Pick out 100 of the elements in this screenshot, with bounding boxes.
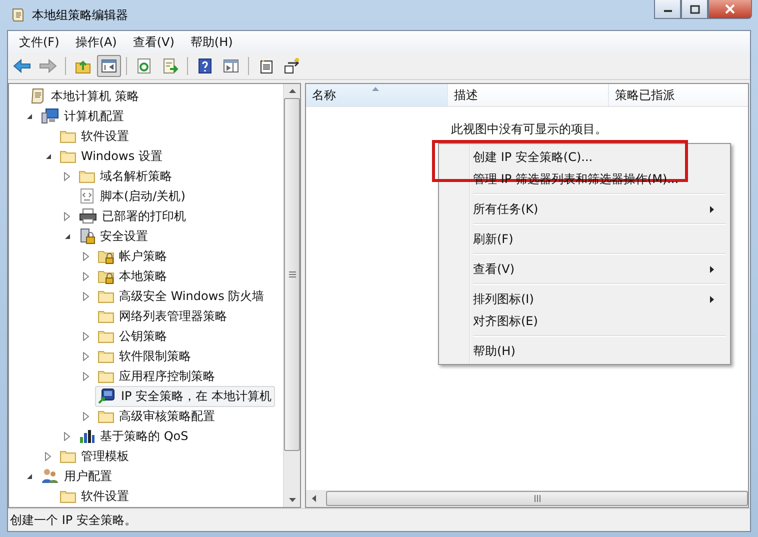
tree-item[interactable]: 网络列表管理器策略 bbox=[95, 306, 231, 326]
locked-folder-icon bbox=[98, 248, 114, 264]
tree-item[interactable]: 脚本(启动/关机) bbox=[76, 186, 190, 206]
folder-icon bbox=[98, 369, 114, 383]
locked-folder-icon bbox=[98, 268, 114, 284]
expanded-arrow-icon[interactable] bbox=[64, 232, 70, 240]
computer-shield-icon bbox=[98, 388, 116, 404]
forward-arrow-icon bbox=[39, 58, 57, 74]
tree-item[interactable]: 安全设置 bbox=[76, 226, 152, 246]
folder-icon bbox=[60, 449, 76, 463]
tree-item[interactable]: 域名解析策略 bbox=[76, 166, 176, 186]
expanded-arrow-icon[interactable] bbox=[26, 472, 32, 480]
folder-icon bbox=[60, 489, 76, 503]
document-icon bbox=[30, 88, 46, 104]
collapsed-arrow-icon[interactable] bbox=[64, 172, 70, 180]
tree-item[interactable]: Windows 设置 bbox=[57, 146, 166, 166]
menu-item[interactable]: 管理 IP 筛选器列表和筛选器操作(M)... bbox=[441, 168, 728, 190]
back-arrow-icon bbox=[13, 58, 31, 74]
tree-item[interactable]: IP 安全策略，在 本地计算机 bbox=[95, 386, 276, 406]
menu-item[interactable]: 排列图标(I) bbox=[441, 288, 728, 310]
collapsed-arrow-icon[interactable] bbox=[83, 372, 89, 380]
folder-icon bbox=[98, 289, 114, 303]
menu-item[interactable]: 帮助(H) bbox=[183, 32, 240, 52]
folder-icon bbox=[60, 129, 76, 143]
tree-item[interactable]: 帐户策略 bbox=[95, 246, 171, 266]
collapsed-arrow-icon[interactable] bbox=[83, 292, 89, 300]
scroll-down-icon[interactable] bbox=[288, 498, 296, 502]
tree-item[interactable]: 软件设置 bbox=[57, 486, 133, 506]
collapsed-arrow-icon[interactable] bbox=[83, 272, 89, 280]
column-header[interactable]: 描述 bbox=[448, 84, 609, 106]
tree-item[interactable]: 已部署的打印机 bbox=[76, 206, 190, 226]
tree-item[interactable]: 高级审核策略配置 bbox=[95, 406, 219, 426]
empty-message: 此视图中没有可显示的项目。 bbox=[451, 121, 607, 138]
scroll-up-icon[interactable] bbox=[288, 89, 296, 93]
printer-icon bbox=[79, 208, 97, 224]
tree-item[interactable]: 基于策略的 QoS bbox=[76, 426, 192, 446]
computer-icon bbox=[41, 108, 59, 124]
menu-item[interactable]: 查看(V) bbox=[441, 258, 728, 280]
menu-item[interactable]: 操作(A) bbox=[68, 32, 124, 52]
menu-item[interactable]: 刷新(F) bbox=[441, 228, 728, 250]
tree-item[interactable]: 用户配置 bbox=[38, 466, 116, 486]
tree-item[interactable]: 计算机配置 bbox=[38, 106, 128, 126]
menu-item[interactable]: 查看(V) bbox=[126, 32, 182, 52]
tree-item[interactable]: 管理模板 bbox=[57, 446, 133, 466]
pane-icon bbox=[101, 58, 117, 74]
tree-item[interactable]: 应用程序控制策略 bbox=[95, 366, 219, 386]
expanded-arrow-icon[interactable] bbox=[26, 112, 32, 120]
scroll-thumb[interactable] bbox=[326, 491, 748, 506]
grip-icon bbox=[288, 271, 296, 278]
scroll-thumb[interactable] bbox=[284, 98, 300, 451]
close-button[interactable] bbox=[708, 0, 752, 19]
folder-up-icon bbox=[75, 58, 91, 74]
script-icon bbox=[79, 188, 95, 204]
collapsed-arrow-icon[interactable] bbox=[83, 252, 89, 260]
security-lock-icon bbox=[79, 228, 95, 244]
menu-item[interactable]: 帮助(H) bbox=[441, 340, 728, 362]
collapsed-arrow-icon[interactable] bbox=[64, 212, 70, 220]
menu-item[interactable]: 对齐图标(E) bbox=[441, 310, 728, 332]
vertical-scrollbar[interactable] bbox=[283, 84, 300, 507]
assign-icon bbox=[284, 58, 300, 74]
collapsed-arrow-icon[interactable] bbox=[83, 332, 89, 340]
help-icon bbox=[197, 58, 213, 74]
collapsed-arrow-icon[interactable] bbox=[83, 412, 89, 420]
export-list-icon bbox=[162, 58, 178, 74]
menu-item[interactable]: 文件(F) bbox=[12, 32, 66, 52]
menu-item[interactable]: 创建 IP 安全策略(C)... bbox=[441, 146, 728, 168]
scroll-left-icon[interactable] bbox=[312, 495, 316, 502]
tree-item[interactable]: 公钥策略 bbox=[95, 326, 171, 346]
maximize-button[interactable] bbox=[681, 0, 708, 19]
refresh-icon bbox=[136, 58, 152, 74]
column-header[interactable]: 名称 bbox=[306, 84, 448, 106]
folder-icon bbox=[98, 329, 114, 343]
window-title: 本地组策略编辑器 bbox=[32, 6, 128, 24]
app-icon bbox=[10, 7, 26, 23]
folder-icon bbox=[98, 309, 114, 323]
horizontal-scrollbar[interactable] bbox=[306, 490, 748, 507]
maximize-icon bbox=[690, 4, 700, 14]
action-pane-icon bbox=[223, 58, 239, 74]
minimize-button[interactable] bbox=[654, 0, 681, 19]
menu-item[interactable]: 所有任务(K) bbox=[441, 198, 728, 220]
tree-item[interactable]: 高级安全 Windows 防火墙 bbox=[95, 286, 268, 306]
status-text: 创建一个 IP 安全策略。 bbox=[10, 512, 136, 528]
bar-chart-icon bbox=[79, 428, 95, 444]
tree-item[interactable]: 软件限制策略 bbox=[95, 346, 195, 366]
users-icon bbox=[41, 468, 59, 484]
tree-item[interactable]: 软件设置 bbox=[57, 126, 133, 146]
tree-item[interactable]: 本地计算机 策略 bbox=[27, 86, 143, 106]
close-icon bbox=[725, 4, 735, 14]
folder-icon bbox=[98, 349, 114, 363]
console-tree-button[interactable] bbox=[97, 55, 121, 77]
grip-icon bbox=[534, 495, 540, 502]
tree-item[interactable]: 本地策略 bbox=[95, 266, 171, 286]
expanded-arrow-icon[interactable] bbox=[44, 152, 52, 160]
collapsed-arrow-icon[interactable] bbox=[64, 432, 70, 440]
new-document-icon bbox=[258, 58, 274, 74]
folder-icon bbox=[98, 409, 114, 423]
collapsed-arrow-icon[interactable] bbox=[83, 352, 89, 360]
folder-icon bbox=[60, 149, 76, 163]
collapsed-arrow-icon[interactable] bbox=[45, 452, 51, 460]
folder-icon bbox=[79, 169, 95, 183]
